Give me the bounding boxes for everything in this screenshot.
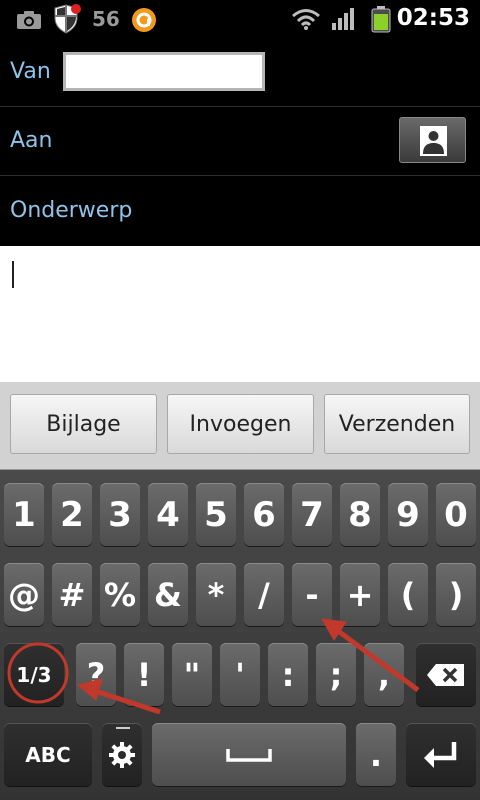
gear-icon (109, 741, 135, 768)
key-3[interactable]: 3 (100, 483, 140, 546)
shield-icon (54, 4, 81, 34)
key-minus[interactable]: - (292, 563, 332, 626)
space-key[interactable] (152, 723, 346, 786)
key-1[interactable]: 1 (4, 483, 44, 546)
send-button[interactable]: Verzenden (324, 394, 470, 454)
key-ampersand[interactable]: & (148, 563, 188, 626)
insert-button[interactable]: Invoegen (167, 394, 314, 454)
key-comma[interactable]: , (364, 643, 404, 706)
key-8[interactable]: 8 (340, 483, 380, 546)
key-period[interactable]: . (356, 723, 396, 786)
key-at[interactable]: @ (4, 563, 44, 626)
contact-icon (420, 126, 447, 156)
key-slash[interactable]: / (244, 563, 284, 626)
wifi-icon (292, 9, 320, 30)
key-double-quote[interactable]: " (172, 643, 212, 706)
space-icon (226, 748, 272, 762)
key-open-paren[interactable]: ( (388, 563, 428, 626)
enter-key[interactable] (406, 723, 476, 786)
signal-icon (332, 8, 354, 30)
battery-icon (371, 6, 391, 33)
key-9[interactable]: 9 (388, 483, 428, 546)
page-toggle-key[interactable]: 1/3 (4, 643, 64, 706)
abc-key[interactable]: ABC (4, 723, 92, 786)
key-colon[interactable]: : (268, 643, 308, 706)
key-2[interactable]: 2 (52, 483, 92, 546)
status-bar: 56 02:53 (0, 0, 480, 38)
contact-picker-button[interactable] (399, 117, 466, 163)
enter-icon (424, 741, 457, 768)
attach-button[interactable]: Bijlage (10, 394, 157, 454)
keyboard: 1 2 3 4 5 6 7 8 9 0 @ # % & * / - + ( ) … (0, 470, 480, 800)
to-label: Aan (10, 128, 53, 153)
key-6[interactable]: 6 (244, 483, 284, 546)
backspace-key[interactable] (416, 643, 476, 706)
key-plus[interactable]: + (340, 563, 380, 626)
message-body-field[interactable] (0, 246, 480, 382)
key-7[interactable]: 7 (292, 483, 332, 546)
subject-label: Onderwerp (10, 198, 133, 223)
key-exclamation[interactable]: ! (124, 643, 164, 706)
key-4[interactable]: 4 (148, 483, 188, 546)
orange-app-icon (132, 8, 156, 32)
key-dash-hint (116, 727, 130, 729)
action-bar: Bijlage Invoegen Verzenden (0, 382, 480, 470)
key-question[interactable]: ? (76, 643, 116, 706)
settings-key[interactable] (102, 723, 142, 786)
key-apostrophe[interactable]: ' (220, 643, 260, 706)
key-5[interactable]: 5 (196, 483, 236, 546)
clock: 02:53 (396, 5, 470, 31)
subject-row[interactable]: Onderwerp (0, 176, 480, 246)
camera-icon (17, 11, 41, 29)
key-semicolon[interactable]: ; (316, 643, 356, 706)
from-field[interactable] (63, 52, 265, 91)
key-hash[interactable]: # (52, 563, 92, 626)
key-percent[interactable]: % (100, 563, 140, 626)
text-cursor (12, 261, 14, 288)
backspace-icon (427, 663, 464, 686)
notification-count: 56 (92, 7, 120, 31)
key-0[interactable]: 0 (436, 483, 476, 546)
from-label: Van (10, 59, 51, 84)
key-asterisk[interactable]: * (196, 563, 236, 626)
key-close-paren[interactable]: ) (436, 563, 476, 626)
